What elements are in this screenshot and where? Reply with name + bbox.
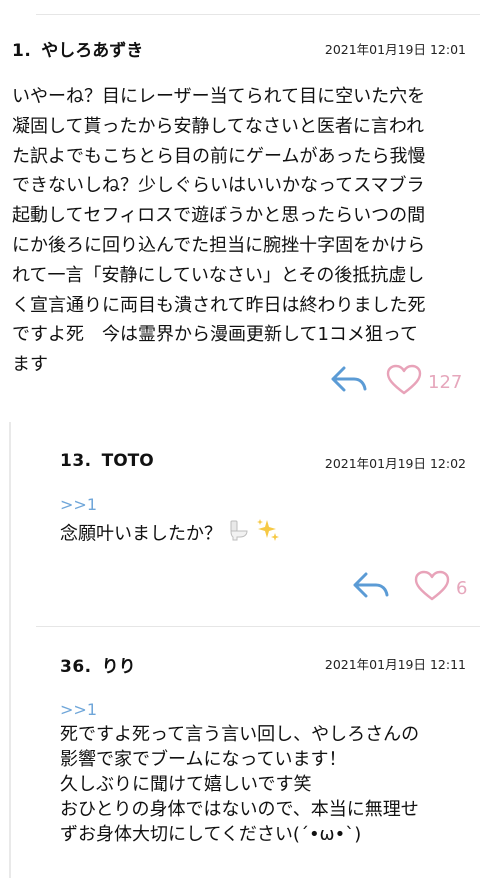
sparkles-emoji (255, 518, 280, 551)
heart-icon[interactable] (386, 364, 422, 400)
reply-arrow-icon[interactable] (330, 364, 368, 400)
comment-1: 1. やしろあずき 2021年01月19日 12:01 いやーね？目にレーザー当… (0, 0, 480, 410)
reply-anchor-link[interactable]: >>1 (60, 700, 97, 719)
comment-body: いやーね？目にレーザー当てられて目に空いた穴を 凝固して貰ったから安静してなさい… (12, 86, 426, 376)
comment-date: 2021年01月19日 12:01 (324, 42, 466, 57)
heart-icon[interactable] (414, 570, 450, 606)
comment-author: りり (101, 657, 136, 677)
comment-number: 13. (60, 451, 92, 471)
comment-author: TOTO (101, 451, 154, 471)
comment-actions: 6 (352, 570, 467, 606)
comment-body: 念願叶いましたか？ (60, 523, 222, 545)
like-count: 127 (428, 371, 463, 393)
comment-date: 2021年01月19日 12:02 (324, 456, 466, 471)
comment-body-row: 念願叶いましたか？ (60, 518, 280, 551)
reply-arrow-icon[interactable] (352, 570, 390, 606)
comment-number: 1. (12, 41, 32, 61)
like-count: 6 (456, 577, 468, 599)
comment-author: やしろあずき (41, 41, 144, 61)
comment-actions: 127 (330, 364, 462, 400)
reply-anchor-link[interactable]: >>1 (60, 495, 97, 514)
comment-13: 13. TOTO 2021年01月19日 12:02 >>1 念願叶いましたか？ (0, 420, 480, 625)
comment-number: 36. (60, 657, 92, 677)
comment-body: 死ですよ死って言う言い回し、やしろさんの 影響で家でブームになっています！ 久し… (60, 724, 420, 845)
comment-36: 36. りり 2021年01月19日 12:11 >>1 死ですよ死って言う言い… (0, 627, 480, 878)
comment-date: 2021年01月19日 12:11 (324, 657, 466, 672)
toilet-emoji (228, 519, 250, 550)
